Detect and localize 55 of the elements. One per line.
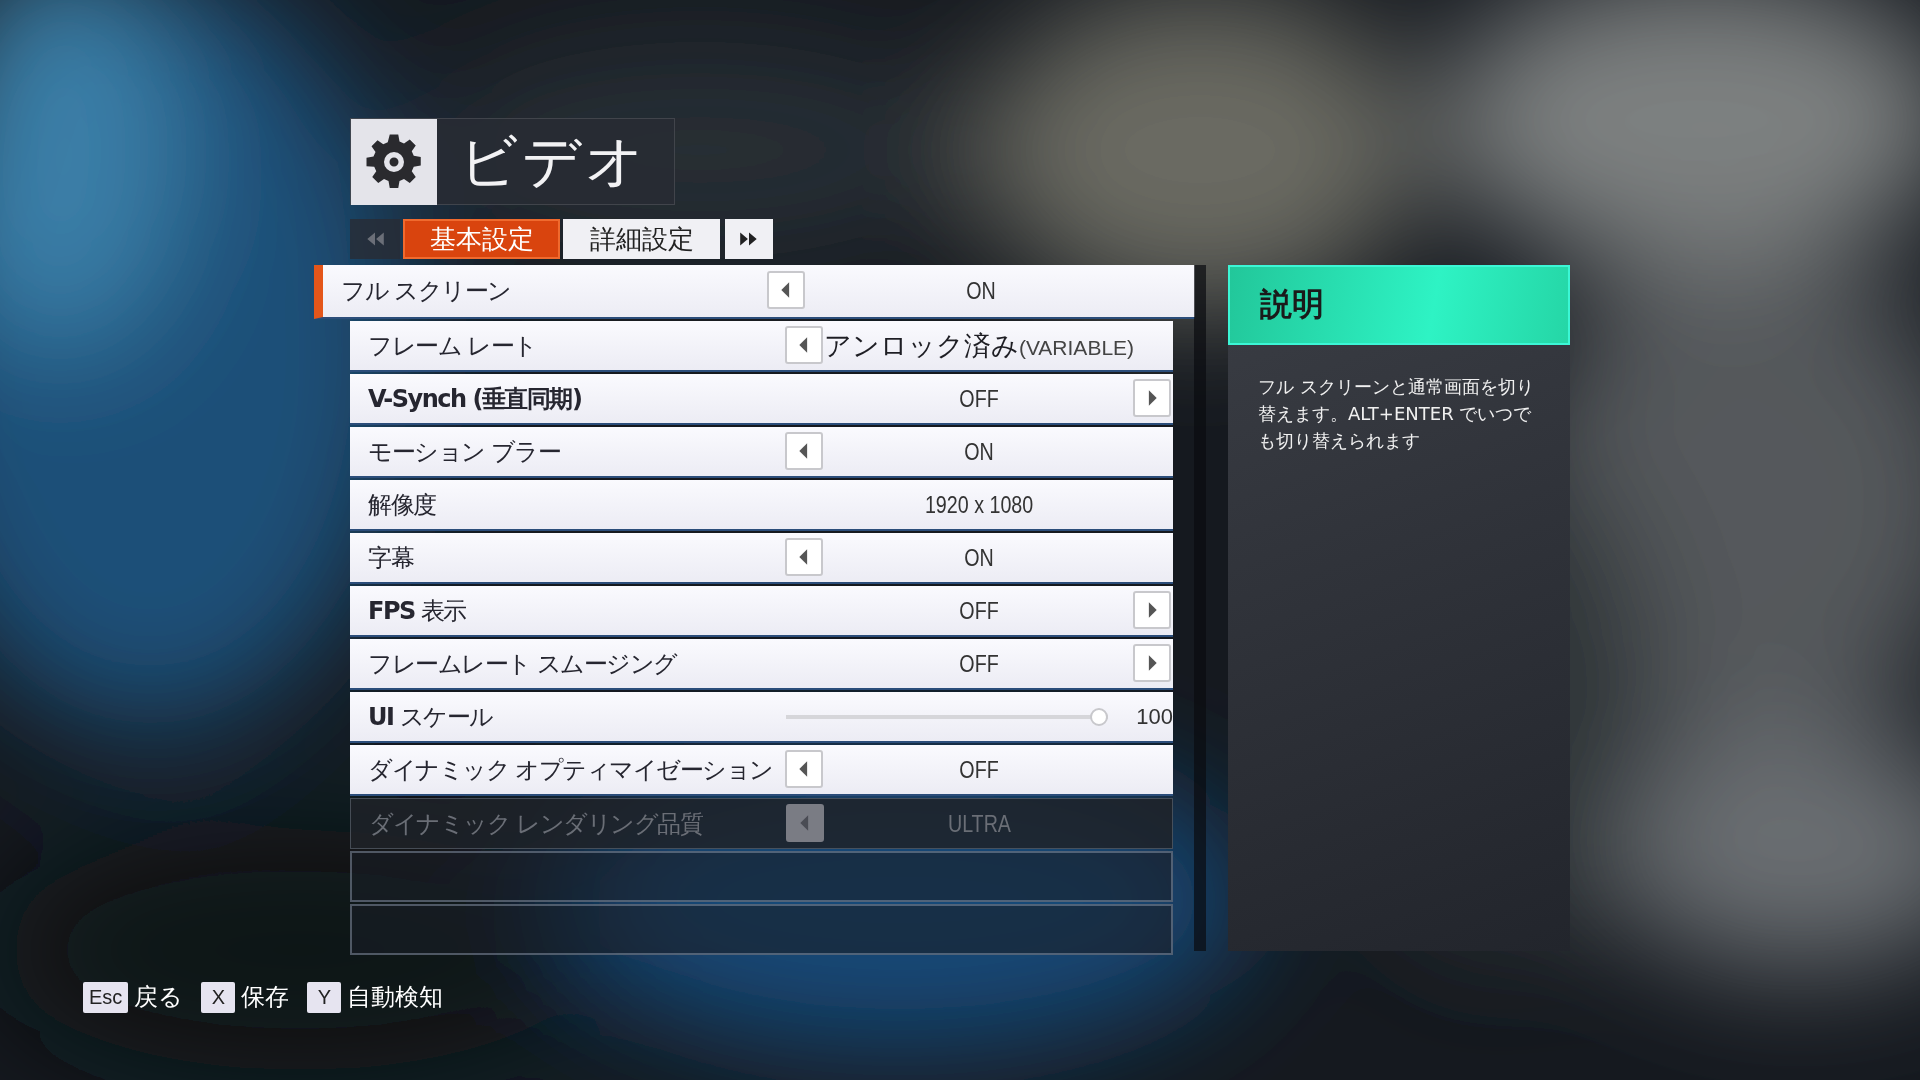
previous-value-button[interactable] [767,271,805,309]
setting-row[interactable]: モーション ブラー ON [350,427,1173,478]
setting-row[interactable]: フレーム レート アンロック済み(VARIABLE) [350,321,1173,372]
key-hint-label: 自動検知 [347,982,444,1013]
setting-label: UI スケール [367,701,494,733]
setting-row[interactable]: UI スケール 100 [350,692,1173,743]
setting-label: フル スクリーン [341,276,512,307]
slider-value: 100 [1136,703,1173,730]
description-text: フル スクリーンと通常画面を切り替えます。ALT+ENTER でいつでも切り替えられます [1258,375,1535,453]
setting-value: ON [964,543,994,572]
setting-row[interactable]: FPS 表示 OFF [350,586,1173,637]
setting-value: 1920 x 1080 [924,490,1034,519]
setting-label: ダイナミック レンダリング品質 [368,808,704,840]
previous-tab-button[interactable] [350,219,400,259]
setting-row[interactable]: V-Synch (垂直同期) OFF [350,374,1173,425]
setting-row[interactable]: ダイナミック オプティマイゼーション OFF [350,745,1173,796]
setting-row[interactable]: 字幕 ON [350,533,1173,584]
setting-row[interactable]: フレームレート スムージング OFF [350,639,1173,690]
tab[interactable]: 詳細設定 [563,219,720,259]
key-hint-label: 保存 [241,982,290,1013]
setting-row[interactable]: 解像度 1920 x 1080 [350,480,1173,531]
next-tab-button[interactable] [725,219,773,259]
next-value-button[interactable] [1133,590,1171,629]
description-title: 説明 [1260,284,1324,325]
setting-label: ダイナミック オプティマイゼーション [367,754,774,786]
setting-value: ULTRA [947,809,1011,838]
setting-label: フレーム レート [367,330,538,362]
setting-label: FPS 表示 [367,595,467,627]
key-cap[interactable]: Esc [83,981,129,1013]
setting-value: OFF [959,649,999,678]
previous-value-button[interactable] [785,749,823,788]
setting-value: OFF [959,596,999,625]
setting-value: OFF [959,755,999,784]
setting-label: 解像度 [367,489,437,521]
setting-value: ON [966,277,996,305]
tab[interactable]: 基本設定 [403,219,560,259]
key-hint-label: 戻る [134,982,184,1013]
page-title: ビデオ [459,125,648,197]
slider[interactable] [786,707,1109,726]
previous-value-button[interactable] [785,537,823,576]
setting-value: OFF [959,384,999,413]
key-cap[interactable]: X [201,981,236,1013]
next-value-button[interactable] [1133,378,1171,417]
previous-value-button[interactable] [785,431,823,470]
scrollbar[interactable] [1194,265,1206,951]
next-value-button[interactable] [1133,643,1171,682]
setting-row[interactable]: フル スクリーン ON [314,265,1195,319]
setting-value: アンロック済み(VARIABLE) [823,328,1135,363]
key-cap[interactable]: Y [307,981,342,1013]
setting-label: 字幕 [367,542,415,574]
setting-label: V-Synch (垂直同期) [367,383,583,415]
setting-label: フレームレート スムージング [367,648,679,680]
setting-value: ON [964,437,994,466]
previous-value-button[interactable] [785,325,823,364]
setting-label: モーション ブラー [367,436,562,468]
